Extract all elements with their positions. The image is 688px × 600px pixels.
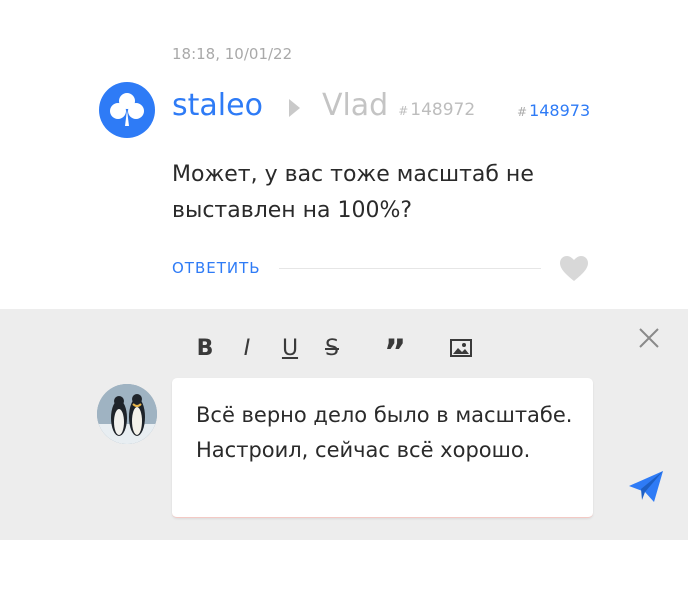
comment-header: staleo Vlad #148972	[172, 88, 475, 123]
my-avatar	[97, 384, 157, 444]
image-icon	[450, 339, 472, 357]
underline-button[interactable]: U	[277, 335, 303, 361]
reply-editor: B I U S ” Всё верно дело было в масштабе…	[0, 309, 688, 540]
close-icon[interactable]	[638, 327, 660, 349]
quote-button[interactable]: ”	[382, 332, 408, 372]
hash-symbol: #	[398, 104, 409, 118]
reply-to-id-link[interactable]: #148972	[398, 100, 475, 120]
insert-image-button[interactable]	[448, 335, 474, 361]
italic-button[interactable]: I	[234, 335, 260, 361]
user-avatar[interactable]	[99, 82, 155, 138]
reply-draft-text[interactable]: Всё верно дело было в масштабе. Настроил…	[196, 398, 576, 468]
comment-timestamp: 18:18, 10/01/22	[172, 45, 293, 63]
penguins-avatar-icon	[97, 384, 157, 444]
author-name[interactable]: staleo	[172, 88, 263, 123]
reply-to-name[interactable]: Vlad	[322, 88, 388, 123]
reply-textarea[interactable]: Всё верно дело было в масштабе. Настроил…	[172, 378, 593, 518]
reply-button[interactable]: ОТВЕТИТЬ	[172, 259, 261, 277]
hash-symbol: #	[517, 105, 528, 119]
reply-to-id: 148972	[410, 100, 476, 120]
paper-plane-icon[interactable]	[627, 469, 665, 505]
clover-icon	[110, 93, 144, 126]
comment-body: Может, у вас тоже масштаб не выставлен н…	[172, 162, 534, 223]
reply-arrow-icon	[288, 98, 300, 117]
comment-id: 148973	[529, 101, 591, 120]
divider	[279, 268, 541, 269]
comment-id-link[interactable]: #148973	[517, 101, 590, 120]
bold-button[interactable]: B	[192, 335, 218, 361]
strikethrough-button[interactable]: S	[319, 335, 345, 361]
heart-icon[interactable]	[560, 256, 588, 282]
